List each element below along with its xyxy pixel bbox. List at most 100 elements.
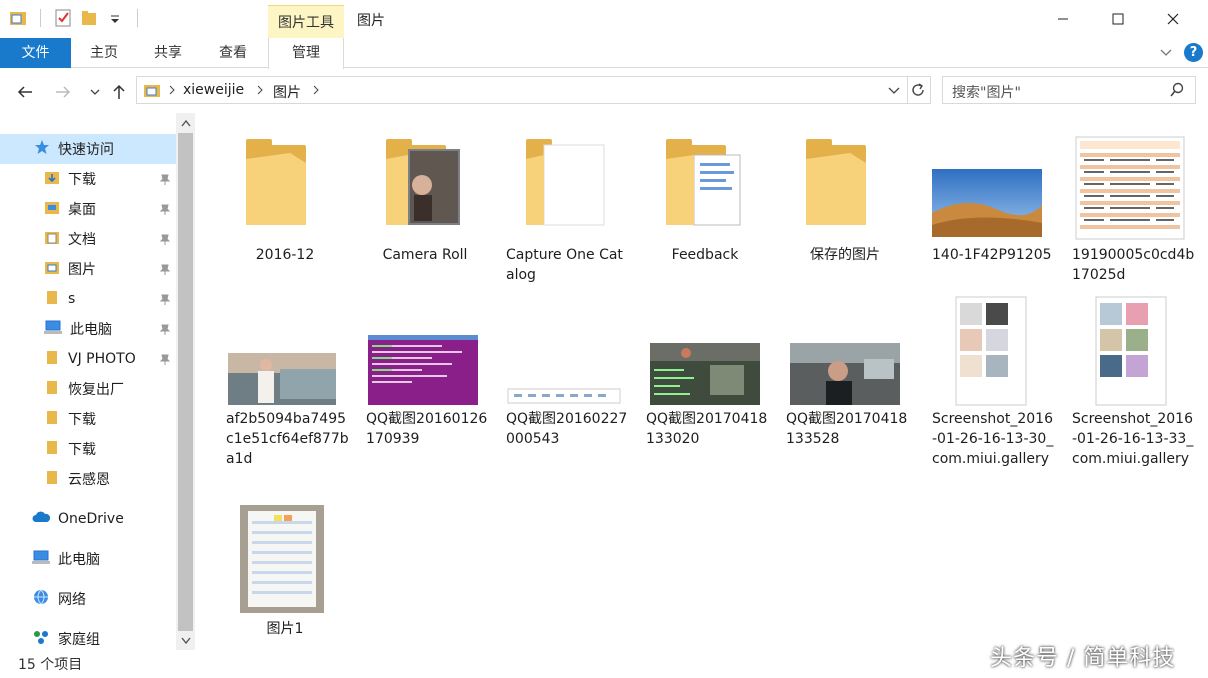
address-dropdown-icon[interactable] [887, 83, 901, 101]
forward-button[interactable] [52, 81, 74, 103]
breadcrumb-chevron-icon[interactable] [311, 83, 321, 101]
scroll-up-icon[interactable] [176, 113, 195, 132]
scrollbar-thumb[interactable] [178, 133, 193, 631]
sidebar-item-label: 下载 [68, 412, 96, 428]
breadcrumb-pictures[interactable]: 图片 [273, 82, 301, 102]
file-name: Camera Roll [382, 247, 468, 263]
recent-locations-button[interactable] [84, 81, 106, 103]
sidebar-item-label: 快速访问 [58, 142, 114, 158]
folder-icon [44, 409, 60, 429]
sidebar-item-downloads[interactable]: 下载 [0, 164, 176, 194]
refresh-icon[interactable] [910, 82, 926, 102]
close-button[interactable] [1150, 0, 1196, 38]
sidebar-item-label: 云感恩 [68, 472, 110, 488]
sidebar-item-factory-reset[interactable]: 恢复出厂 [0, 374, 176, 404]
back-button[interactable] [14, 81, 36, 103]
context-tab-label: 图片工具 [278, 15, 334, 31]
maximize-button[interactable] [1095, 0, 1141, 38]
search-box[interactable]: 搜索"图片" [942, 76, 1196, 104]
file-tile[interactable]: QQ截图20170418133020 [640, 313, 770, 449]
file-tile[interactable]: Camera Roll [360, 133, 490, 265]
up-button[interactable] [108, 81, 130, 103]
scroll-down-icon[interactable] [176, 631, 195, 650]
image-thumbnail [926, 133, 1056, 245]
file-tile[interactable]: 保存的图片 [780, 133, 910, 265]
tab-file[interactable]: 文件 [0, 38, 71, 68]
sidebar-item-yunganen[interactable]: 云感恩 [0, 464, 176, 494]
breadcrumb-chevron-icon[interactable] [255, 83, 265, 101]
sidebar-item-download-3[interactable]: 下载 [0, 434, 176, 464]
file-tile[interactable]: Feedback [640, 133, 770, 265]
sidebar-item-s[interactable]: s [0, 284, 176, 314]
folder-icon [44, 289, 60, 309]
image-thumbnail [780, 313, 910, 409]
file-name: QQ截图20160126170939 [366, 411, 488, 447]
qat-separator-2 [137, 9, 138, 27]
file-tile[interactable]: af2b5094ba7495c1e51cf64ef877ba1d [220, 313, 350, 469]
sidebar-item-network[interactable]: 网络 [0, 584, 176, 614]
tab-share[interactable]: 共享 [140, 38, 196, 68]
file-name: Feedback [671, 247, 739, 263]
file-tile[interactable]: QQ截图20170418133528 [780, 313, 910, 449]
sidebar-item-label: 下载 [68, 442, 96, 458]
breadcrumb-user[interactable]: xieweijie [183, 82, 244, 98]
address-bar[interactable]: xieweijie 图片 [136, 76, 931, 104]
file-tile[interactable]: 140-1F42P91205 [926, 133, 1056, 265]
tab-home[interactable]: 主页 [76, 38, 132, 68]
documents-folder-icon [44, 229, 60, 249]
file-tile[interactable]: Screenshot_2016-01-26-16-13-33_com.miui.… [1066, 293, 1196, 469]
folder-icon [44, 439, 60, 459]
file-tile[interactable]: 2016-12 [220, 133, 350, 265]
pin-icon[interactable] [159, 233, 171, 245]
picture-tools-context-tab: 图片工具 [268, 5, 344, 38]
file-tile[interactable]: Capture One Catalog [500, 133, 630, 285]
pin-icon[interactable] [159, 293, 171, 305]
sidebar-item-this-pc-pinned[interactable]: 此电脑 [0, 314, 176, 344]
image-thumbnail [360, 313, 490, 409]
file-name: 19190005c0cd4b17025d [1072, 247, 1195, 283]
file-tile[interactable]: QQ截图20160227000543 [500, 313, 630, 449]
file-tile[interactable]: Screenshot_2016-01-26-16-13-30_com.miui.… [926, 293, 1056, 469]
sidebar-item-desktop[interactable]: 桌面 [0, 194, 176, 224]
help-icon[interactable]: ? [1184, 43, 1203, 62]
breadcrumb-chevron-icon[interactable] [167, 83, 177, 101]
file-tile[interactable]: QQ截图20160126170939 [360, 313, 490, 449]
pin-icon[interactable] [159, 353, 171, 365]
pin-icon[interactable] [159, 323, 171, 335]
expand-ribbon-icon[interactable] [1158, 45, 1174, 61]
sidebar-item-label: 恢复出厂 [68, 382, 124, 398]
image-thumbnail [926, 293, 1056, 409]
customize-qat-icon[interactable] [105, 8, 125, 28]
pin-icon[interactable] [159, 263, 171, 275]
new-folder-icon[interactable] [79, 8, 99, 28]
sidebar-item-pictures[interactable]: 图片 [0, 254, 176, 284]
tab-manage[interactable]: 管理 [268, 38, 344, 69]
sidebar-item-label: 家庭组 [58, 632, 100, 648]
sidebar-item-label: 网络 [58, 592, 86, 608]
pin-icon[interactable] [159, 203, 171, 215]
tab-view[interactable]: 查看 [205, 38, 261, 68]
sidebar-item-vj-photo[interactable]: VJ PHOTO [0, 344, 176, 374]
image-thumbnail [220, 499, 350, 619]
properties-icon[interactable] [53, 8, 73, 28]
search-icon[interactable] [1169, 82, 1185, 102]
sidebar-scrollbar[interactable] [176, 113, 195, 650]
file-tile[interactable]: 图片1 [220, 499, 350, 639]
minimize-button[interactable] [1040, 0, 1086, 38]
pin-icon[interactable] [159, 173, 171, 185]
sidebar-item-documents[interactable]: 文档 [0, 224, 176, 254]
sidebar-item-download-2[interactable]: 下载 [0, 404, 176, 434]
sidebar-item-onedrive[interactable]: OneDrive [0, 504, 176, 534]
sidebar-item-label: s [68, 291, 76, 307]
network-icon [32, 589, 50, 609]
navigation-bar: xieweijie 图片 搜索"图片" [0, 69, 1208, 113]
sidebar-item-label: 此电脑 [58, 552, 100, 568]
sidebar-item-quick-access[interactable]: 快速访问 [0, 134, 176, 164]
file-name: Screenshot_2016-01-26-16-13-30_com.miui.… [932, 411, 1054, 467]
computer-icon [32, 549, 50, 569]
explorer-icon[interactable] [8, 8, 28, 28]
file-tile[interactable]: 19190005c0cd4b17025d [1066, 133, 1196, 285]
search-placeholder: 搜索"图片" [952, 85, 1021, 101]
address-divider [907, 77, 908, 103]
sidebar-item-this-pc[interactable]: 此电脑 [0, 544, 176, 574]
